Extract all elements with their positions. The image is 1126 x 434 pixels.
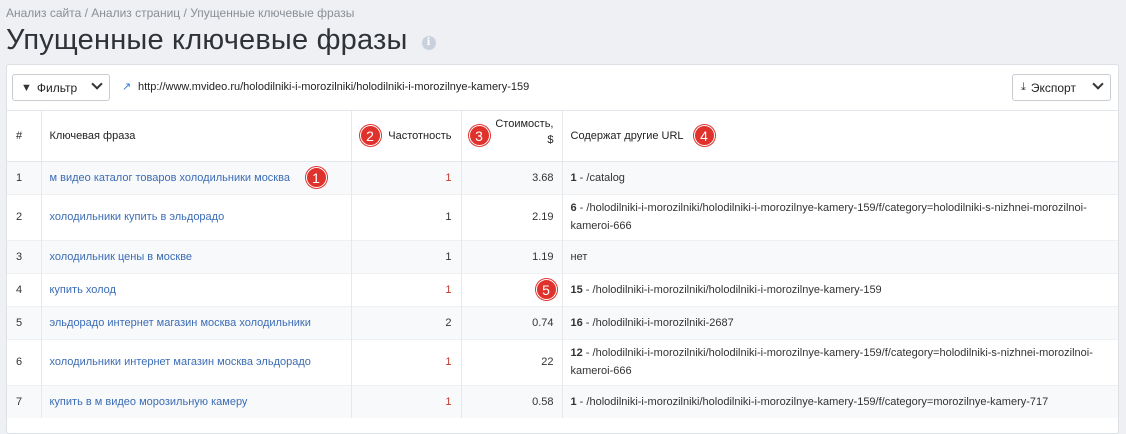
breadcrumb: Анализ сайта / Анализ страниц / Упущенны… <box>6 6 355 20</box>
cost-cell: 0.74 <box>461 305 563 339</box>
filter-button-label: Фильтр <box>36 80 78 95</box>
column-header-urls-label: Содержат другие URL <box>570 129 684 142</box>
urls-cell: 15 - /holodilniki-i-morozilniki/holodiln… <box>562 272 1118 306</box>
table-row: 7 купить в м видео морозильную камеру 1 … <box>7 384 1118 418</box>
table-row: 1 м видео каталог товаров холодильники м… <box>7 160 1118 194</box>
filter-icon: ▼ <box>21 81 32 94</box>
row-number: 6 <box>7 338 42 385</box>
page-url-text[interactable]: http://www.mvideo.ru/holodilniki-i-moroz… <box>138 81 529 93</box>
cost-cell: 0.58 <box>461 384 563 418</box>
url-count: 16 <box>570 316 583 329</box>
cost-cell: 0 5 <box>461 272 563 306</box>
chevron-down-icon <box>91 78 103 90</box>
keyword-cell: холодильники купить в эльдорадо <box>41 193 352 240</box>
keyword-link[interactable]: купить холод <box>50 284 116 296</box>
url-path: нет <box>570 250 588 263</box>
column-header-phrase[interactable]: Ключевая фраза <box>41 111 352 162</box>
table-row: 6 холодильники интернет магазин москва э… <box>7 338 1118 385</box>
table-header-row: # Ключевая фраза 2 Частотность 3 Стоимос… <box>7 111 1118 162</box>
urls-cell: 1 - /catalog <box>562 160 1118 194</box>
row-number: 5 <box>7 305 42 339</box>
breadcrumb-item-site-analysis[interactable]: Анализ сайта <box>6 6 81 20</box>
url-count: 12 <box>570 347 583 359</box>
annotation-badge-1: 1 <box>305 166 327 188</box>
results-panel: ▼ Фильтр ↗ http://www.mvideo.ru/holodiln… <box>6 64 1119 434</box>
frequency-cell: 2 <box>351 305 462 339</box>
keyword-link[interactable]: м видео каталог товаров холодильники мос… <box>50 172 290 184</box>
filter-button[interactable]: ▼ Фильтр <box>12 74 110 101</box>
keyword-link[interactable]: холодильник цены в москве <box>50 251 193 263</box>
keyword-link[interactable]: холодильники интернет магазин москва эль… <box>50 356 311 368</box>
keyword-cell: м видео каталог товаров холодильники мос… <box>41 160 352 194</box>
url-path: - /holodilniki-i-morozilniki/holodilniki… <box>570 347 1093 377</box>
row-number: 2 <box>7 193 42 240</box>
keyword-link[interactable]: купить в м видео морозильную камеру <box>50 396 248 408</box>
frequency-cell: 1 <box>351 160 462 194</box>
breadcrumb-item-current: Упущенные ключевые фразы <box>190 6 355 20</box>
table-row: 2 холодильники купить в эльдорадо 1 2.19… <box>7 193 1118 240</box>
keyword-link[interactable]: холодильники купить в эльдорадо <box>50 211 225 223</box>
cost-cell: 2.19 <box>461 193 563 240</box>
chevron-down-icon <box>1092 78 1104 90</box>
column-header-frequency-label: Частотность <box>388 129 452 142</box>
cost-cell: 22 <box>461 338 563 385</box>
table-row: 5 эльдорадо интернет магазин москва холо… <box>7 305 1118 339</box>
annotation-badge-3: 3 <box>468 125 490 146</box>
page-title: Упущенные ключевые фразы <box>6 24 408 56</box>
url-path: - /holodilniki-i-morozilniki-2687 <box>582 316 734 329</box>
urls-cell: 12 - /holodilniki-i-morozilniki/holodiln… <box>562 338 1118 385</box>
export-button-label: Экспорт <box>1030 80 1076 95</box>
urls-cell: 6 - /holodilniki-i-morozilniki/holodilni… <box>562 193 1118 240</box>
frequency-cell: 1 <box>351 239 462 273</box>
frequency-cell: 1 <box>351 384 462 418</box>
annotation-badge-5: 5 <box>535 278 557 300</box>
keyword-link[interactable]: эльдорадо интернет магазин москва холоди… <box>50 317 311 329</box>
url-path: - /holodilniki-i-morozilniki/holodilniki… <box>576 395 1049 408</box>
urls-cell: 16 - /holodilniki-i-morozilniki-2687 <box>562 305 1118 339</box>
keyword-cell: холодильник цены в москве <box>41 239 352 273</box>
download-icon: ⤓ <box>1021 81 1026 93</box>
cost-cell: 3.68 <box>461 160 563 194</box>
url-count: 15 <box>570 283 583 296</box>
column-header-num[interactable]: # <box>7 111 42 162</box>
urls-cell: нет <box>562 239 1118 273</box>
keyword-cell: купить холод <box>41 272 352 306</box>
breadcrumb-item-page-analysis[interactable]: Анализ страниц <box>91 6 180 20</box>
row-number: 1 <box>7 160 42 194</box>
keyword-cell: эльдорадо интернет магазин москва холоди… <box>41 305 352 339</box>
url-path: - /holodilniki-i-morozilniki/holodilniki… <box>582 283 882 296</box>
keyword-cell: холодильники интернет магазин москва эль… <box>41 338 352 385</box>
row-number: 4 <box>7 272 42 306</box>
export-button[interactable]: ⤓ Экспорт <box>1012 74 1111 101</box>
annotation-badge-4: 4 <box>693 125 715 146</box>
frequency-cell: 1 <box>351 193 462 240</box>
urls-cell: 1 - /holodilniki-i-morozilniki/holodilni… <box>562 384 1118 418</box>
info-icon[interactable]: i <box>421 35 436 50</box>
frequency-cell: 1 <box>351 338 462 385</box>
url-path: - /catalog <box>576 171 625 184</box>
table-row: 4 купить холод 1 0 5 15 - /holodilniki-i… <box>7 272 1118 306</box>
keyword-cell: купить в м видео морозильную камеру <box>41 384 352 418</box>
column-header-cost[interactable]: 3 Стоимость, $ <box>461 111 563 162</box>
frequency-cell: 1 <box>351 272 462 306</box>
row-number: 7 <box>7 384 42 418</box>
row-number: 3 <box>7 239 42 273</box>
url-path: - /holodilniki-i-morozilniki/holodilniki… <box>570 202 1087 232</box>
page-url: ↗ http://www.mvideo.ru/holodilniki-i-mor… <box>122 81 529 93</box>
column-header-urls[interactable]: Содержат другие URL 4 <box>562 111 1118 162</box>
table-row: 3 холодильник цены в москве 1 1.19 нет <box>7 239 1118 273</box>
external-link-icon[interactable]: ↗ <box>122 81 133 93</box>
title-row: Упущенные ключевые фразы i <box>6 24 436 57</box>
annotation-badge-2: 2 <box>359 125 381 146</box>
cost-cell: 1.19 <box>461 239 563 273</box>
column-header-frequency[interactable]: 2 Частотность <box>351 111 462 162</box>
toolbar: ▼ Фильтр ↗ http://www.mvideo.ru/holodiln… <box>7 65 1118 111</box>
missed-keywords-table: # Ключевая фраза 2 Частотность 3 Стоимос… <box>7 111 1118 418</box>
